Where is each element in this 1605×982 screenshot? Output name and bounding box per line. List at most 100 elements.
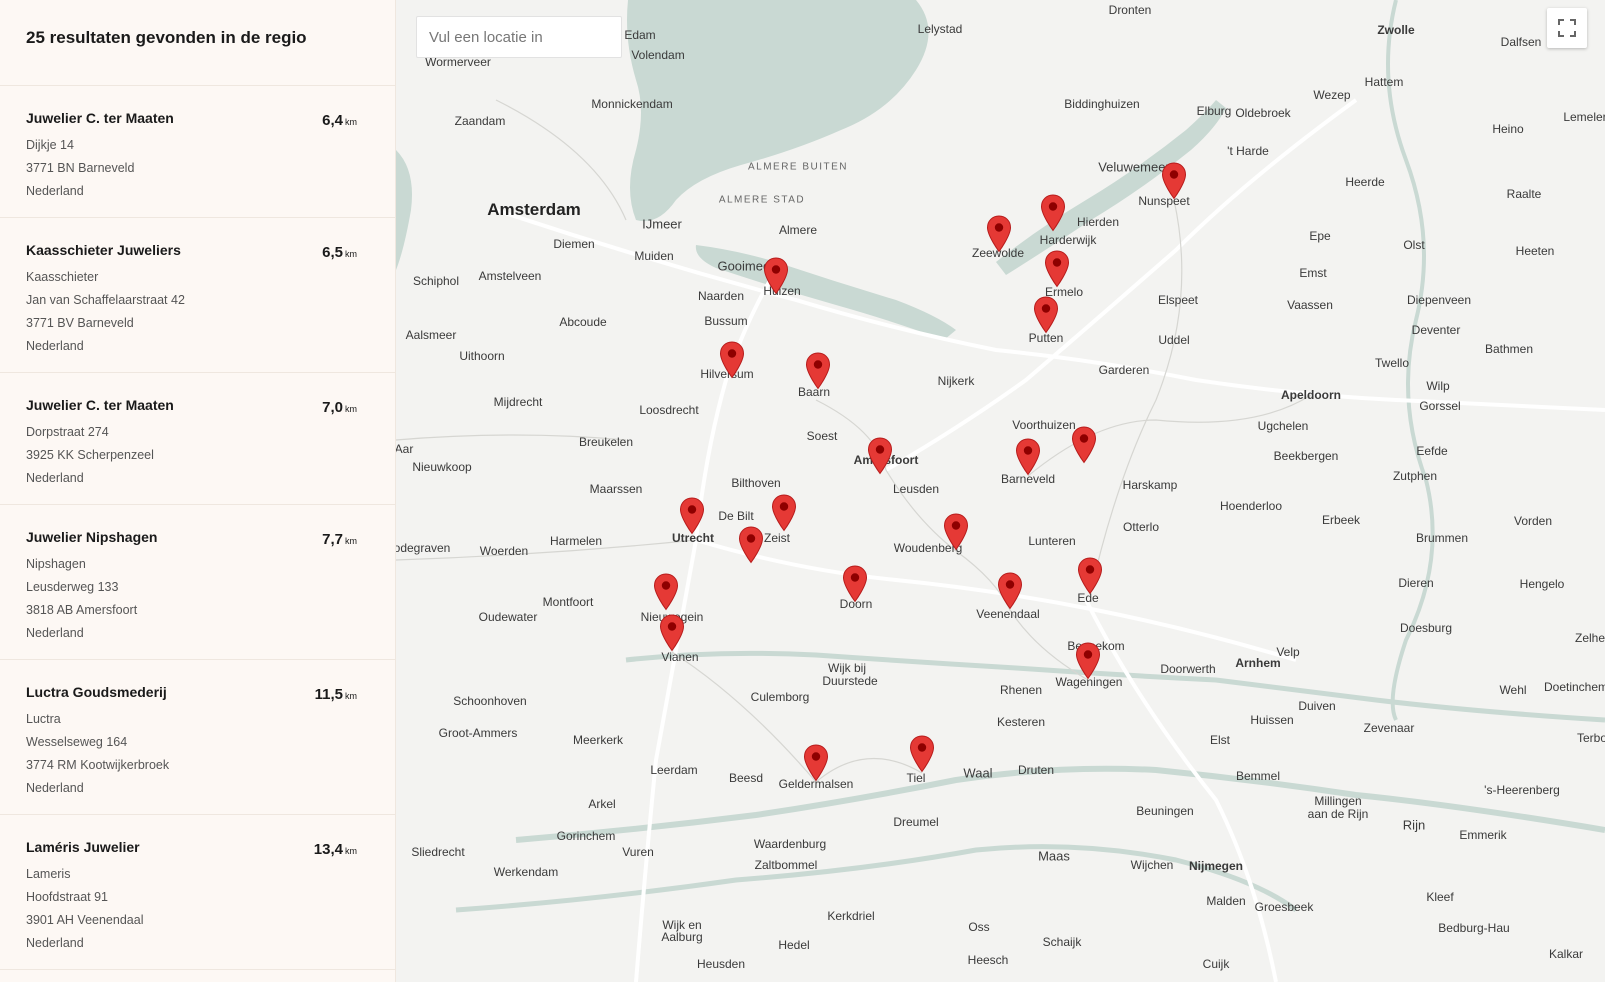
map-place-label: Ugchelen: [1257, 419, 1309, 433]
map-place-label: Bedburg-Hau: [1438, 921, 1510, 935]
map-place-label: Hattem: [1364, 75, 1404, 89]
store-pin-icon[interactable]: [986, 215, 1012, 253]
map-place-label: Nieuwkoop: [412, 460, 472, 474]
store-pin-icon[interactable]: [738, 526, 764, 564]
distance-unit: km: [345, 846, 357, 856]
store-pin-icon[interactable]: [763, 257, 789, 295]
veluwemeer-water: [996, 100, 1226, 275]
store-pin-icon[interactable]: [719, 341, 745, 379]
store-pin-icon[interactable]: [805, 352, 831, 390]
map-place-label: Heusden: [696, 957, 746, 971]
map-place-label: Almere: [778, 223, 818, 237]
store-distance: 11,5 km: [315, 686, 357, 703]
distance-unit: km: [345, 249, 357, 259]
store-pin-icon[interactable]: [771, 494, 797, 532]
store-pin-icon[interactable]: [1044, 250, 1070, 288]
store-pin-icon[interactable]: [867, 437, 893, 475]
map-place-label: Vaassen: [1287, 298, 1333, 312]
store-pin-icon[interactable]: [909, 735, 935, 773]
map-place-label: Wijk bij: [828, 661, 866, 675]
map-place-label: Aalburg: [661, 930, 703, 944]
store-item[interactable]: Laméris Juwelier Lameris Hoofdstraat 91 390…: [0, 815, 395, 970]
map-place-label: Emmerik: [1459, 828, 1507, 842]
results-sidebar: 25 resultaten gevonden in de regio Juwel…: [0, 0, 396, 982]
map-place-label: Waal: [963, 765, 993, 781]
distance-value: 13,4: [313, 841, 343, 858]
store-pin-icon[interactable]: [842, 565, 868, 603]
map-place-label: Zevenaar: [1363, 721, 1415, 735]
store-address-line: Dijkje 14: [26, 138, 74, 152]
map-place-label: Vorden: [1513, 514, 1553, 528]
store-item[interactable]: Juwelier Nipshagen Nipshagen Leusderweg 13…: [0, 505, 395, 660]
store-pin-icon[interactable]: [659, 614, 685, 652]
store-pin-icon[interactable]: [653, 573, 679, 611]
map-place-label: Lemelerveld: [1563, 110, 1605, 124]
map-place-label: Raalte: [1506, 187, 1542, 201]
store-pin-icon[interactable]: [997, 572, 1023, 610]
map-place-label: Uithoorn: [459, 349, 505, 363]
map-place-label: Beesd: [728, 771, 764, 785]
map-place-label: Kleef: [1426, 890, 1454, 904]
map-place-label: Zelhem: [1574, 631, 1605, 645]
map-place-label: Uddel: [1158, 333, 1190, 347]
map-place-label: Beekbergen: [1273, 449, 1339, 463]
map-place-label: Leerdam: [650, 763, 698, 777]
map-place-label: Epe: [1309, 229, 1331, 243]
map-place-label: Hengelo: [1519, 577, 1565, 591]
store-pin-icon[interactable]: [679, 497, 705, 535]
map-place-label: Muiden: [634, 249, 674, 263]
store-address-line: 3925 KK Scherpenzeel: [26, 448, 154, 462]
map-place-label: Edam: [624, 28, 656, 42]
store-item[interactable]: Luctra Goudsmederij Luctra Wesselseweg 164…: [0, 660, 395, 815]
map-place-label: Hedel: [778, 938, 810, 952]
map-place-label: Elburg: [1196, 104, 1232, 118]
store-item[interactable]: Juwelier C. ter Maaten Dorpstraat 274 3925…: [0, 373, 395, 505]
store-pin-icon[interactable]: [1033, 296, 1059, 334]
map-place-label: Heerde: [1345, 175, 1385, 189]
map-place-label: Abcoude: [559, 315, 607, 329]
map-place-label: Monnickendam: [591, 97, 673, 111]
map-place-label: Biddinghuizen: [1064, 97, 1140, 111]
map-place-label: Tiel: [906, 771, 926, 785]
store-pin-icon[interactable]: [1071, 426, 1097, 464]
distance-value: 7,7: [322, 531, 343, 548]
store-pin-icon[interactable]: [1077, 557, 1103, 595]
map-place-label: Nijkerk: [937, 374, 975, 388]
map-place-label: Brummen: [1415, 531, 1469, 545]
result-count: 25 resultaten gevonden in de regio: [0, 0, 395, 86]
fullscreen-icon: [1558, 19, 1576, 37]
store-item[interactable]: Kaasschieter Juweliers Kaasschieter Jan va…: [0, 218, 395, 373]
map-place-label: Doesburg: [1399, 621, 1453, 635]
map-place-label: Dieren: [1398, 576, 1434, 590]
distance-value: 6,5: [322, 244, 343, 261]
map-place-label: Hoenderloo: [1219, 499, 1283, 513]
map[interactable]: AmsterdamAmersfoortUtrechtApeldoornArnhe…: [396, 0, 1605, 982]
store-pin-icon[interactable]: [1040, 194, 1066, 232]
map-place-label: Arnhem: [1235, 656, 1281, 670]
store-address-line: 3901 AH Veenendaal: [26, 913, 144, 927]
map-place-label: Culemborg: [750, 690, 810, 704]
map-place-label: Breukelen: [578, 435, 634, 449]
map-place-label: Schaijk: [1042, 935, 1082, 949]
store-distance: 6,5 km: [322, 244, 357, 261]
map-place-label: Elspeet: [1157, 293, 1199, 307]
store-pin-icon[interactable]: [1161, 162, 1187, 200]
store-pin-icon[interactable]: [1075, 642, 1101, 680]
store-pin-icon[interactable]: [943, 513, 969, 551]
fullscreen-button[interactable]: [1547, 8, 1587, 48]
map-place-label: Oss: [968, 920, 990, 934]
map-place-label: Huissen: [1250, 713, 1294, 727]
map-place-label: Twello: [1374, 356, 1410, 370]
store-pin-icon[interactable]: [1015, 438, 1041, 476]
map-place-label: Hierden: [1076, 215, 1120, 229]
map-place-label: Harskamp: [1122, 478, 1178, 492]
map-place-label: Arkel: [588, 797, 616, 811]
location-search-input[interactable]: [416, 16, 622, 58]
map-place-label: Rijn: [1402, 817, 1426, 833]
map-place-label: Aalsmeer: [405, 328, 457, 342]
store-item[interactable]: Juwelier C. ter Maaten Dijkje 14 3771 BN B…: [0, 86, 395, 218]
map-place-label: Doorwerth: [1160, 662, 1216, 676]
store-pin-icon[interactable]: [803, 744, 829, 782]
store-address-line: 3774 RM Kootwijkerbroek: [26, 758, 170, 772]
map-place-label: Kalkar: [1548, 947, 1584, 961]
